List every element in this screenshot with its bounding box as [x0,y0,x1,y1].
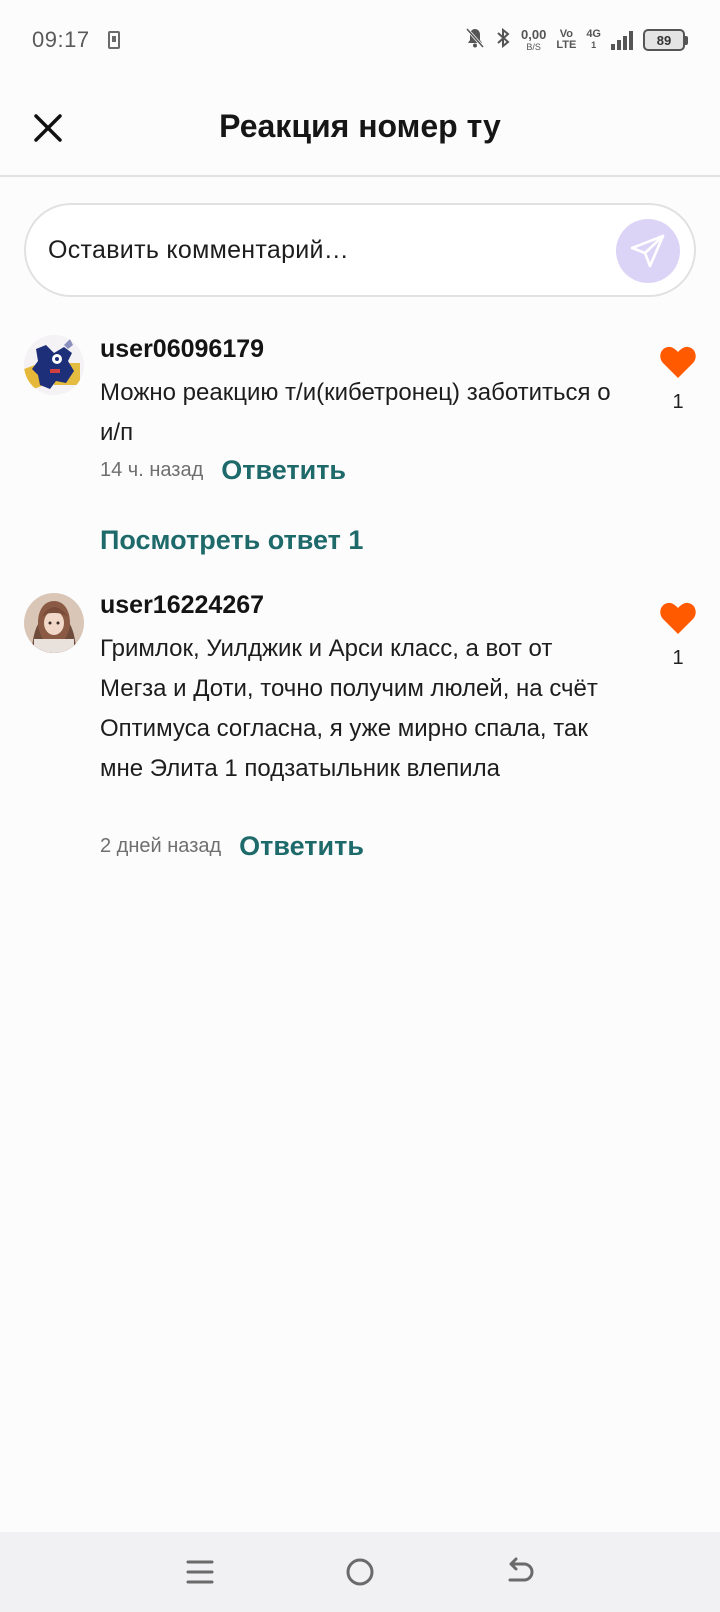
signal-icon [611,30,633,50]
reply-button[interactable]: Ответить [221,455,346,486]
network-top: 4G [586,28,601,40]
reply-button[interactable]: Ответить [239,831,364,862]
comment-item: user06096179 Можно реакцию т/и(кибетроне… [0,335,720,565]
comment-meta: 2 дней назад Ответить [100,831,364,862]
avatar-image [24,335,84,395]
comment-input[interactable] [48,235,568,265]
comment-username[interactable]: user16224267 [100,591,264,620]
comment-item: user16224267 Гримлок, Уилджик и Арси кла… [0,591,720,891]
comment-time: 2 дней назад [100,835,222,857]
close-icon [34,114,62,142]
phone-icon [107,31,120,49]
bluetooth-icon [495,27,511,54]
send-icon [630,234,665,268]
heart-icon[interactable] [659,345,697,379]
volte-bottom: LTE [556,39,577,51]
battery-icon: 89 [643,29,688,51]
avatar[interactable] [24,335,84,395]
header: Реакция номер ту [0,80,720,177]
back-icon [508,1557,534,1582]
send-button[interactable] [616,219,680,283]
notifications-off-icon [465,27,485,54]
back-button[interactable] [490,1542,550,1602]
home-button[interactable] [330,1542,390,1602]
status-time: 09:17 [32,27,90,52]
comment-time: 14 ч. назад [100,459,204,481]
menu-icon [186,1560,214,1584]
status-bar: 09:17 0,00 B/S Vo LTE 4G 1 89 [0,0,720,80]
volte-indicator: Vo LTE [556,29,576,51]
like-count: 1 [672,647,684,669]
page-title: Реакция номер ту [219,108,501,144]
battery-level: 89 [643,29,685,51]
home-icon [346,1558,374,1586]
avatar-image [24,593,84,653]
like-count: 1 [672,391,684,413]
avatar[interactable] [24,593,84,653]
view-replies-button[interactable]: Посмотреть ответ 1 [100,525,363,556]
network-bottom: 1 [591,40,597,50]
comment-box [24,203,696,297]
comment-username[interactable]: user06096179 [100,335,264,364]
status-icons: 0,00 B/S Vo LTE 4G 1 89 [465,27,688,54]
comment-meta: 14 ч. назад Ответить [100,455,346,486]
like-control: 1 [658,601,698,670]
net-speed: 0,00 B/S [521,26,547,53]
comment-text: Можно реакцию т/и(кибетронец) заботиться… [100,379,611,446]
comment-text: Гримлок, Уилджик и Арси класс, а вот от … [100,635,598,782]
system-nav-bar [0,1532,720,1612]
menu-button[interactable] [170,1542,230,1602]
net-speed-value: 0,00 [521,26,547,42]
network-type: 4G 1 [586,29,601,51]
like-control: 1 [658,345,698,414]
close-button[interactable] [28,108,68,148]
net-speed-unit: B/S [526,41,541,52]
heart-icon[interactable] [659,601,697,635]
